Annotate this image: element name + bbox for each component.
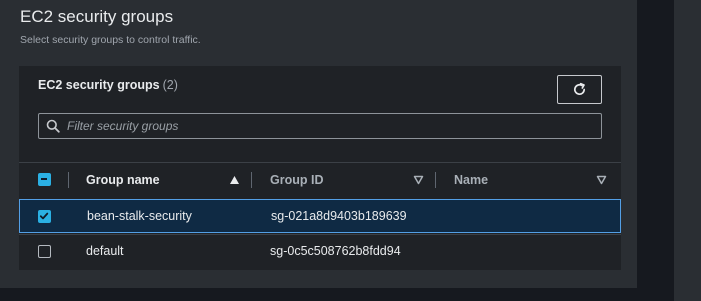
table-top-divider — [19, 162, 621, 163]
security-groups-table-card: EC2 security groups (2) Filter security … — [19, 66, 621, 270]
table-row-selected[interactable]: bean-stalk-security sg-021a8d9403b189639 — [19, 199, 621, 233]
table-header: Group name Group ID Name — [19, 166, 621, 194]
sort-caret-icon[interactable] — [413, 175, 424, 185]
scroll-gutter — [674, 0, 701, 301]
select-all-checkbox[interactable] — [38, 173, 51, 186]
indeterminate-icon — [41, 178, 47, 180]
app-canvas: EC2 security groups Select security grou… — [0, 0, 701, 301]
table-row[interactable]: default sg-0c5c508762b8fdd94 — [19, 235, 621, 269]
search-icon — [46, 119, 60, 133]
checkmark-icon — [39, 212, 49, 220]
section-description: Select security groups to control traffi… — [20, 34, 201, 46]
group-name-cell: bean-stalk-security — [87, 209, 192, 223]
sort-caret-icon[interactable] — [596, 175, 607, 185]
column-header-name[interactable]: Name — [454, 166, 488, 194]
group-count: (2) — [162, 78, 178, 92]
filter-search-field[interactable] — [38, 113, 602, 139]
refresh-button[interactable] — [557, 75, 602, 104]
row-checkbox[interactable] — [38, 245, 51, 258]
column-header-group-name[interactable]: Group name — [86, 166, 160, 194]
section-title: EC2 security groups — [20, 7, 174, 26]
row-checkbox-checked[interactable] — [38, 210, 51, 223]
group-id-cell: sg-021a8d9403b189639 — [271, 209, 407, 223]
column-separator — [251, 172, 252, 188]
security-groups-panel: EC2 security groups Select security grou… — [0, 0, 637, 288]
card-title: EC2 security groups — [38, 78, 160, 92]
sort-ascending-icon[interactable] — [229, 175, 240, 185]
column-separator — [68, 172, 69, 188]
refresh-icon — [574, 82, 586, 95]
filter-input[interactable] — [67, 119, 601, 133]
column-separator — [435, 172, 436, 188]
card-header: EC2 security groups (2) — [38, 77, 178, 93]
group-id-cell: sg-0c5c508762b8fdd94 — [270, 244, 401, 258]
column-header-group-id[interactable]: Group ID — [270, 166, 323, 194]
group-name-cell: default — [86, 244, 124, 258]
